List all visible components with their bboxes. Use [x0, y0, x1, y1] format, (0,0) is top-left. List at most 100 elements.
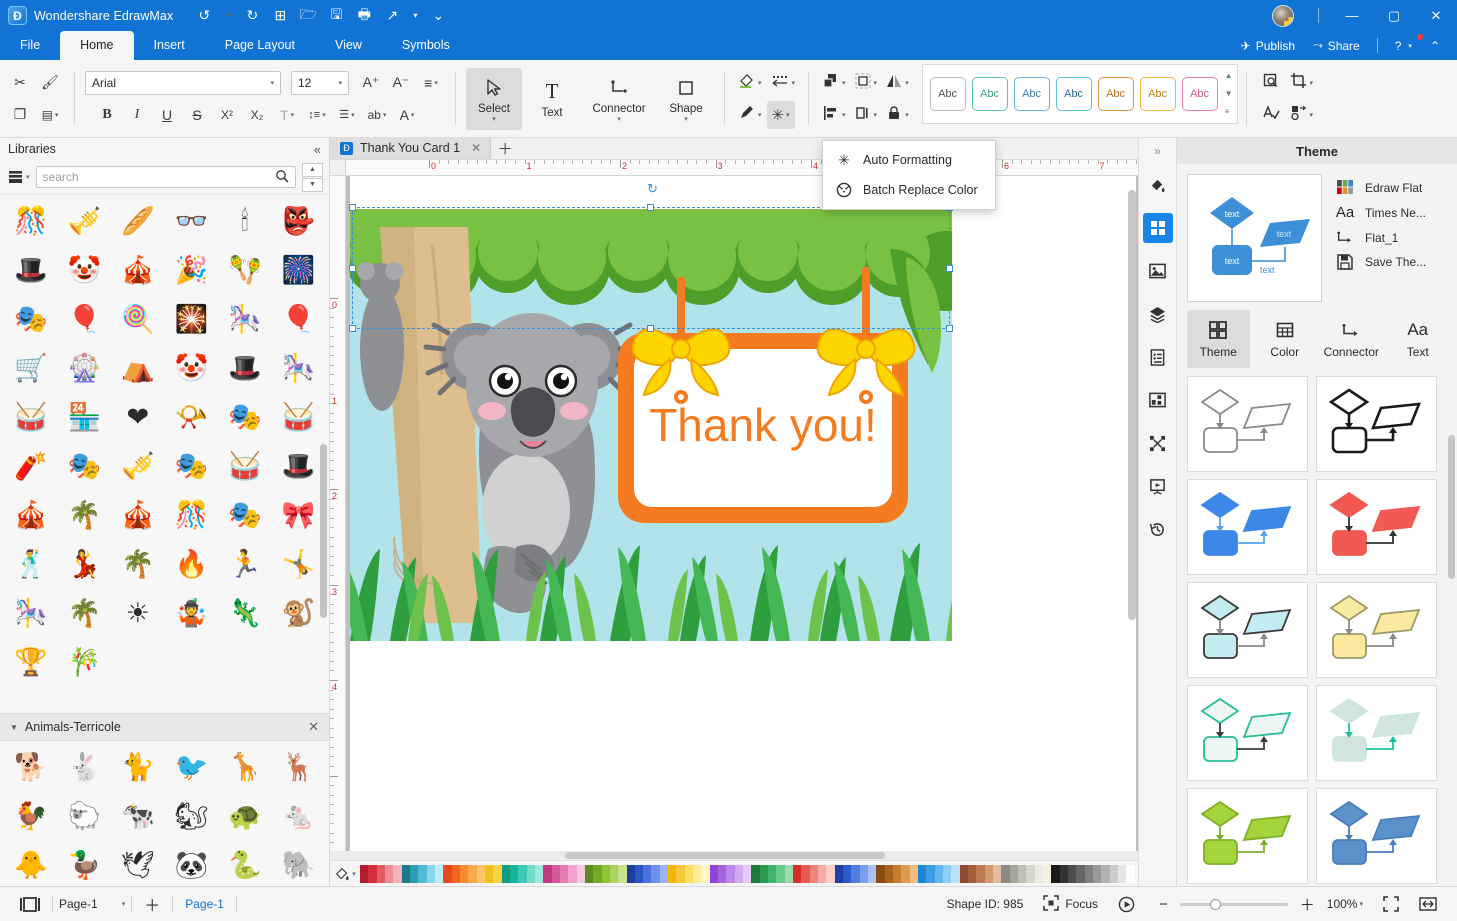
distribute-button[interactable]: ▾ — [851, 101, 881, 129]
library-shape-item[interactable]: 🌴 — [58, 491, 112, 540]
canvas-vertical-scrollbar[interactable] — [1128, 180, 1136, 847]
library-shape-item[interactable]: ⛺ — [111, 344, 165, 393]
line-style-button[interactable]: ▾ — [767, 69, 799, 97]
library-shape-item[interactable]: 🧨 — [4, 442, 58, 491]
fill-color-button[interactable]: ▾ — [735, 69, 765, 97]
menu-item-view[interactable]: View — [315, 31, 382, 60]
selection-handle[interactable] — [946, 325, 953, 332]
library-shape-item[interactable]: 🎪 — [111, 491, 165, 540]
add-page-button[interactable]: ＋ — [134, 891, 170, 917]
color-swatch[interactable] — [643, 864, 652, 883]
color-swatch[interactable] — [434, 864, 444, 883]
shape-tool-button[interactable]: Shape ▾ — [658, 68, 714, 130]
line-color-button[interactable]: ▾ — [735, 101, 765, 129]
find-replace-button[interactable] — [1257, 69, 1285, 97]
color-swatch[interactable] — [393, 864, 402, 883]
library-shape-item[interactable]: 🌴 — [58, 589, 112, 638]
color-swatch[interactable] — [493, 864, 502, 883]
scrollbar-thumb[interactable] — [1128, 190, 1136, 620]
theme-card[interactable] — [1316, 685, 1437, 781]
library-shape-item[interactable]: 🐼 — [165, 841, 219, 886]
color-swatch[interactable] — [809, 864, 819, 883]
new-tab-button[interactable]: ＋ — [491, 137, 519, 159]
color-swatch[interactable] — [884, 864, 893, 883]
close-button[interactable]: ✕ — [1415, 0, 1457, 31]
color-swatch[interactable] — [759, 864, 769, 883]
selection-handle[interactable] — [647, 204, 654, 211]
chevron-down-icon[interactable]: ▾ — [1359, 900, 1363, 908]
export-caret-icon[interactable]: ▾ — [407, 4, 423, 28]
library-shape-item[interactable]: 🎭 — [165, 442, 219, 491]
library-shape-item[interactable]: 🍭 — [111, 295, 165, 344]
color-swatch[interactable] — [668, 864, 677, 883]
theme-card[interactable] — [1316, 479, 1437, 575]
color-swatch[interactable] — [384, 864, 394, 883]
document-tab[interactable]: Ɖ Thank You Card 1 ✕ — [330, 137, 492, 159]
text-effects-button[interactable]: T ▾ — [273, 101, 301, 129]
color-swatch[interactable] — [576, 864, 585, 883]
color-swatch[interactable] — [401, 864, 410, 883]
library-shape-item[interactable]: 🎇 — [165, 295, 219, 344]
color-swatch[interactable] — [984, 864, 993, 883]
color-swatch[interactable] — [909, 864, 918, 883]
color-swatch[interactable] — [476, 864, 485, 883]
library-shape-item[interactable]: 🕯 — [218, 197, 272, 246]
cut-button[interactable]: ✂ — [6, 69, 34, 97]
style-swatch[interactable]: Abc — [1097, 77, 1134, 111]
italic-button[interactable]: I — [123, 101, 151, 129]
scrollbar-thumb[interactable] — [565, 852, 885, 859]
color-swatch[interactable] — [868, 864, 877, 883]
color-swatch[interactable] — [459, 864, 469, 883]
library-shape-item[interactable]: 🎠 — [272, 344, 326, 393]
style-swatch[interactable]: Abc — [1139, 77, 1176, 111]
fill-style-panel-icon[interactable] — [1143, 170, 1173, 200]
theme-scrollbar[interactable] — [1448, 374, 1455, 886]
library-shape-item[interactable]: 🥁 — [272, 393, 326, 442]
section-header-animals[interactable]: ▼ Animals-Terricole ✕ — [0, 713, 329, 741]
library-shape-item[interactable]: ❤ — [111, 393, 165, 442]
library-shape-item[interactable]: 🎭 — [218, 393, 272, 442]
library-shape-item[interactable]: 👓 — [165, 197, 219, 246]
color-swatch[interactable] — [543, 864, 552, 883]
library-shape-item[interactable]: 🎀 — [272, 491, 326, 540]
color-swatch[interactable] — [734, 864, 744, 883]
underline-button[interactable]: U — [153, 101, 181, 129]
theme-card[interactable] — [1187, 685, 1308, 781]
color-swatch[interactable] — [618, 864, 627, 883]
focus-button[interactable]: Focus — [1033, 891, 1108, 917]
line-spacing-button[interactable]: ↕≡ ▾ — [303, 101, 331, 129]
color-swatch[interactable] — [1009, 864, 1018, 883]
increase-font-size-button[interactable]: A⁺ — [357, 69, 385, 97]
color-swatch[interactable] — [409, 864, 419, 883]
menu-item-home[interactable]: Home — [60, 31, 134, 60]
collapse-ribbon-button[interactable]: ⌃ — [1421, 35, 1449, 57]
library-shape-item[interactable]: 🌴 — [111, 540, 165, 589]
view-mode-button[interactable] — [10, 891, 50, 917]
color-swatch[interactable] — [651, 864, 660, 883]
color-swatch[interactable] — [526, 864, 535, 883]
color-swatch[interactable] — [726, 864, 735, 883]
library-shape-item[interactable]: 🦆 — [58, 841, 112, 886]
color-swatch[interactable] — [1084, 864, 1093, 883]
minimize-button[interactable]: — — [1331, 0, 1373, 31]
library-shape-item[interactable]: 🐓 — [4, 792, 58, 841]
color-swatch[interactable] — [793, 864, 802, 883]
color-swatch[interactable] — [584, 864, 594, 883]
tab-theme[interactable]: Theme — [1187, 310, 1250, 368]
image-panel-icon[interactable] — [1143, 256, 1173, 286]
group-button[interactable]: ▾ — [851, 69, 881, 97]
zoom-level-label[interactable]: 100% — [1319, 897, 1358, 911]
library-shape-item[interactable]: 🕺 — [4, 540, 58, 589]
tab-text[interactable]: Aa Text — [1387, 310, 1450, 368]
theme-option-edraw-flat[interactable]: Edraw Flat — [1334, 180, 1447, 195]
color-swatch[interactable] — [634, 864, 644, 883]
menu-item-batch-replace-color[interactable]: Batch Replace Color — [823, 175, 995, 205]
library-shape-item[interactable]: 🏆 — [4, 638, 58, 687]
theme-card[interactable] — [1187, 376, 1308, 472]
color-swatch[interactable] — [1042, 864, 1052, 883]
color-swatch[interactable] — [1109, 864, 1118, 883]
library-shape-item[interactable] — [111, 638, 165, 687]
auto-format-button[interactable]: ✳ ▾ — [766, 100, 795, 129]
color-swatch[interactable] — [1117, 864, 1127, 883]
theme-panel-icon[interactable] — [1142, 213, 1173, 243]
